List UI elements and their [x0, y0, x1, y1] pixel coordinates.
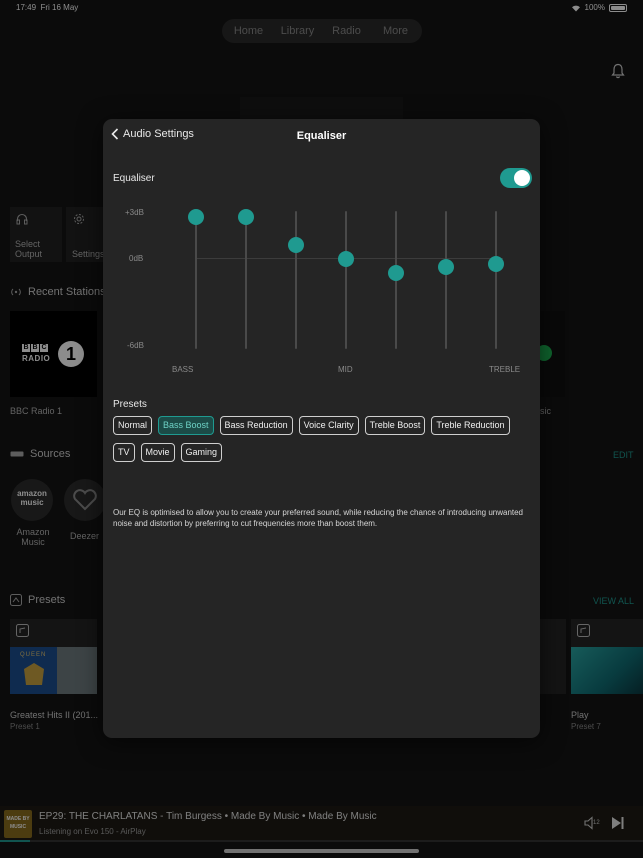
eq-band-slider-7[interactable]: [486, 211, 506, 349]
eq-band-knob[interactable]: [288, 236, 304, 253]
eq-band-slider-5[interactable]: [386, 211, 406, 349]
preset-chip-movie[interactable]: Movie: [140, 443, 175, 462]
preset-chip-voice-clarity[interactable]: Voice Clarity: [298, 416, 359, 435]
equaliser-toggle-label: Equaliser: [113, 173, 155, 184]
eq-band-track: [245, 211, 247, 349]
eq-band-track: [195, 211, 197, 349]
preset-chip-row-1: Normal Bass Boost Bass Reduction Voice C…: [113, 416, 510, 435]
preset-chip-bass-boost[interactable]: Bass Boost: [158, 416, 214, 435]
equaliser-note: Our EQ is optimised to allow you to crea…: [113, 508, 524, 528]
eq-band-knob[interactable]: [388, 264, 404, 281]
preset-chip-tv[interactable]: TV: [113, 443, 135, 462]
eq-band-knob[interactable]: [238, 208, 254, 225]
db-min-label: -6dB: [127, 341, 144, 350]
preset-chip-normal[interactable]: Normal: [113, 416, 153, 435]
eq-band-slider-4[interactable]: [336, 211, 356, 349]
eq-band-slider-6[interactable]: [436, 211, 456, 349]
freq-mid-label: MID: [338, 365, 353, 374]
eq-band-knob[interactable]: [338, 250, 354, 267]
toggle-knob: [514, 170, 530, 186]
equaliser-toggle[interactable]: [500, 168, 532, 188]
freq-bass-label: BASS: [172, 365, 194, 374]
eq-band-knob[interactable]: [438, 259, 454, 276]
eq-band-slider-2[interactable]: [236, 208, 256, 349]
preset-chip-row-2: TV Movie Gaming: [113, 443, 223, 462]
modal-title: Equaliser: [296, 130, 347, 142]
eq-band-track: [295, 211, 297, 349]
eq-band-knob[interactable]: [488, 256, 504, 273]
eq-band-track: [495, 211, 497, 349]
presets-label: Presets: [113, 399, 147, 410]
equaliser-modal: Audio Settings Equaliser Equaliser +3dB …: [103, 119, 540, 738]
db-max-label: +3dB: [125, 208, 144, 217]
eq-band-track: [345, 211, 347, 349]
db-zero-label: 0dB: [129, 254, 144, 263]
eq-band-track: [445, 211, 447, 349]
preset-chip-treble-reduction[interactable]: Treble Reduction: [431, 416, 510, 435]
eq-band-knob[interactable]: [188, 208, 204, 225]
preset-chip-gaming[interactable]: Gaming: [180, 443, 223, 462]
freq-treble-label: TREBLE: [489, 365, 521, 374]
preset-chip-bass-reduction[interactable]: Bass Reduction: [219, 416, 293, 435]
preset-chip-treble-boost[interactable]: Treble Boost: [364, 416, 426, 435]
eq-band-slider-1[interactable]: [186, 208, 206, 349]
eq-band-slider-3[interactable]: [286, 211, 306, 349]
